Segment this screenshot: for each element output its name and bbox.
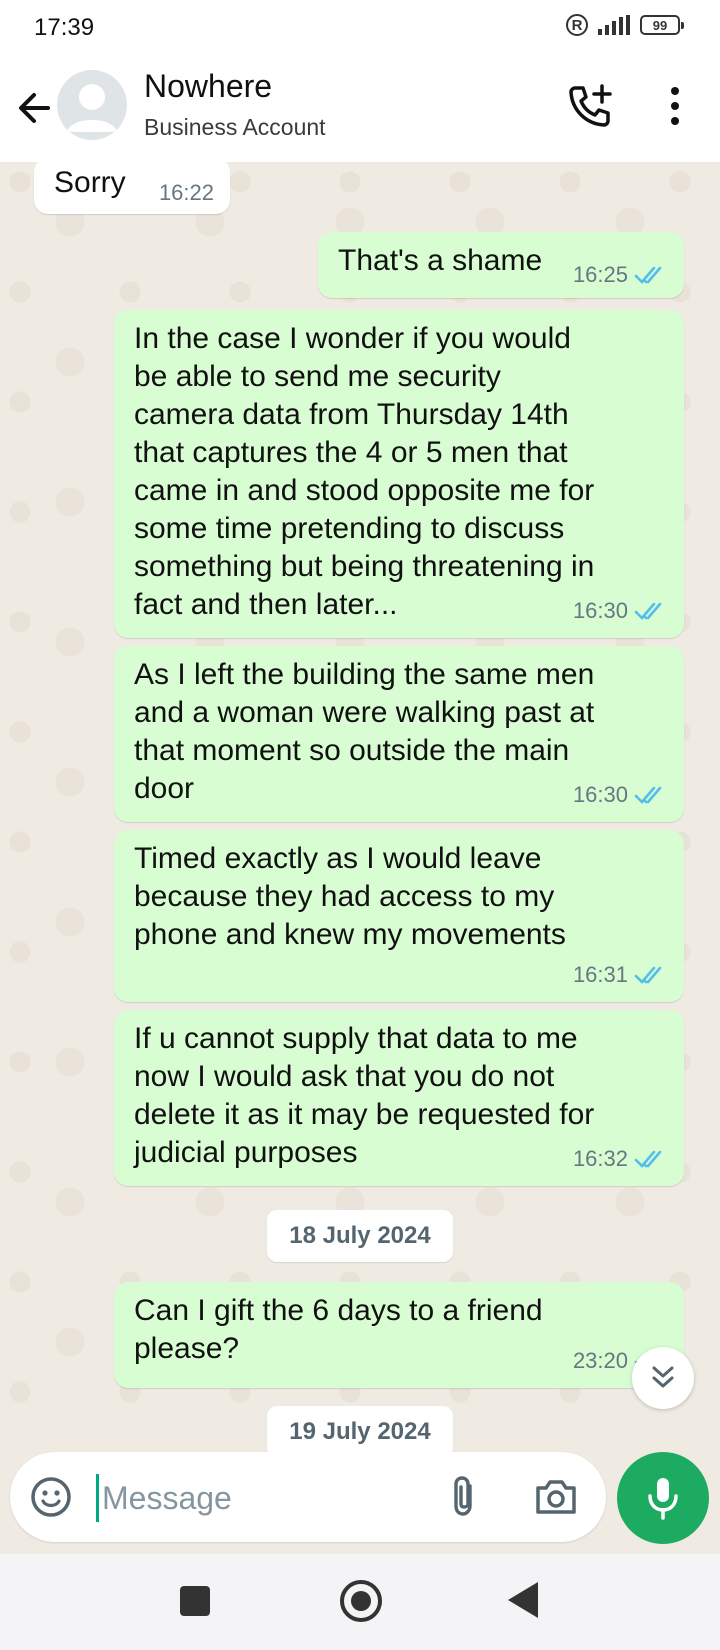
recents-button[interactable] (180, 1586, 210, 1616)
avatar[interactable] (57, 70, 127, 140)
back-button[interactable] (508, 1582, 538, 1618)
status-icons: R 99 (566, 14, 684, 36)
mic-icon (648, 1478, 678, 1520)
read-ticks-icon (634, 602, 662, 620)
text-cursor (96, 1474, 99, 1522)
message-bubble-outgoing[interactable]: If u cannot supply that data to me now I… (114, 1010, 684, 1186)
message-time: 16:32 (572, 1146, 628, 1171)
message-text: Timed exactly as I would leave because t… (134, 842, 566, 951)
message-meta: 16:25 (573, 262, 668, 288)
message-composer (10, 1452, 606, 1542)
message-time: 16:30 (572, 598, 628, 623)
message-bubble-outgoing[interactable]: That's a shame 16:25 (318, 232, 684, 298)
scroll-to-bottom-button[interactable] (632, 1347, 694, 1409)
paperclip-icon[interactable] (446, 1474, 482, 1520)
date-separator: 19 July 2024 (267, 1406, 453, 1452)
message-bubble-incoming[interactable]: Sorry 16:22 (34, 162, 230, 214)
message-text: Sorry (54, 166, 126, 199)
status-time: 17:39 (34, 14, 95, 41)
message-time: 16:30 (572, 782, 628, 807)
message-meta: 16:30 (573, 782, 668, 808)
message-bubble-outgoing[interactable]: In the case I wonder if you would be abl… (114, 310, 684, 638)
more-vert-icon[interactable] (660, 84, 690, 128)
status-bar: 17:39 R 99 (0, 0, 720, 56)
mic-button[interactable] (617, 1452, 709, 1544)
message-text: That's a shame (338, 244, 543, 277)
message-meta: 16:31 (573, 962, 668, 988)
chat-header: Nowhere Business Account (0, 56, 720, 162)
message-time: 16:25 (572, 262, 628, 287)
read-ticks-icon (634, 786, 662, 804)
message-time: 16:31 (572, 962, 628, 987)
message-bubble-outgoing[interactable]: As I left the building the same men and … (114, 646, 684, 822)
read-ticks-icon (634, 1150, 662, 1168)
double-chevron-down-icon (652, 1366, 674, 1388)
message-text: If u cannot supply that data to me now I… (134, 1022, 595, 1169)
message-time: 16:22 (158, 180, 214, 205)
camera-icon[interactable] (534, 1476, 578, 1516)
battery-icon: 99 (640, 15, 684, 35)
message-text: Can I gift the 6 days to a friend please… (134, 1294, 543, 1365)
message-input[interactable] (102, 1474, 422, 1522)
message-text: In the case I wonder if you would be abl… (134, 322, 595, 621)
read-ticks-icon (634, 966, 662, 984)
message-bubble-outgoing[interactable]: Timed exactly as I would leave because t… (114, 830, 684, 1002)
signal-icon (598, 15, 630, 35)
message-meta: 16:30 (573, 598, 668, 624)
message-text: As I left the building the same men and … (134, 658, 595, 805)
emoji-icon[interactable] (30, 1476, 72, 1518)
contact-subtitle[interactable]: Business Account (144, 114, 326, 141)
message-bubble-outgoing[interactable]: Can I gift the 6 days to a friend please… (114, 1282, 684, 1388)
read-ticks-icon (634, 266, 662, 284)
message-meta: 16:22 (159, 180, 214, 206)
registered-icon: R (566, 14, 588, 36)
chat-area[interactable]: Sorry 16:22 That's a shame 16:25 In the … (0, 162, 720, 1452)
message-meta: 16:32 (573, 1146, 668, 1172)
message-time: 23:20 (572, 1348, 628, 1373)
contact-name[interactable]: Nowhere (144, 68, 272, 105)
home-button[interactable] (340, 1580, 382, 1622)
back-arrow-icon[interactable] (14, 86, 54, 130)
date-separator: 18 July 2024 (267, 1210, 453, 1262)
add-call-icon[interactable] (566, 82, 614, 130)
system-nav-bar (0, 1554, 720, 1650)
